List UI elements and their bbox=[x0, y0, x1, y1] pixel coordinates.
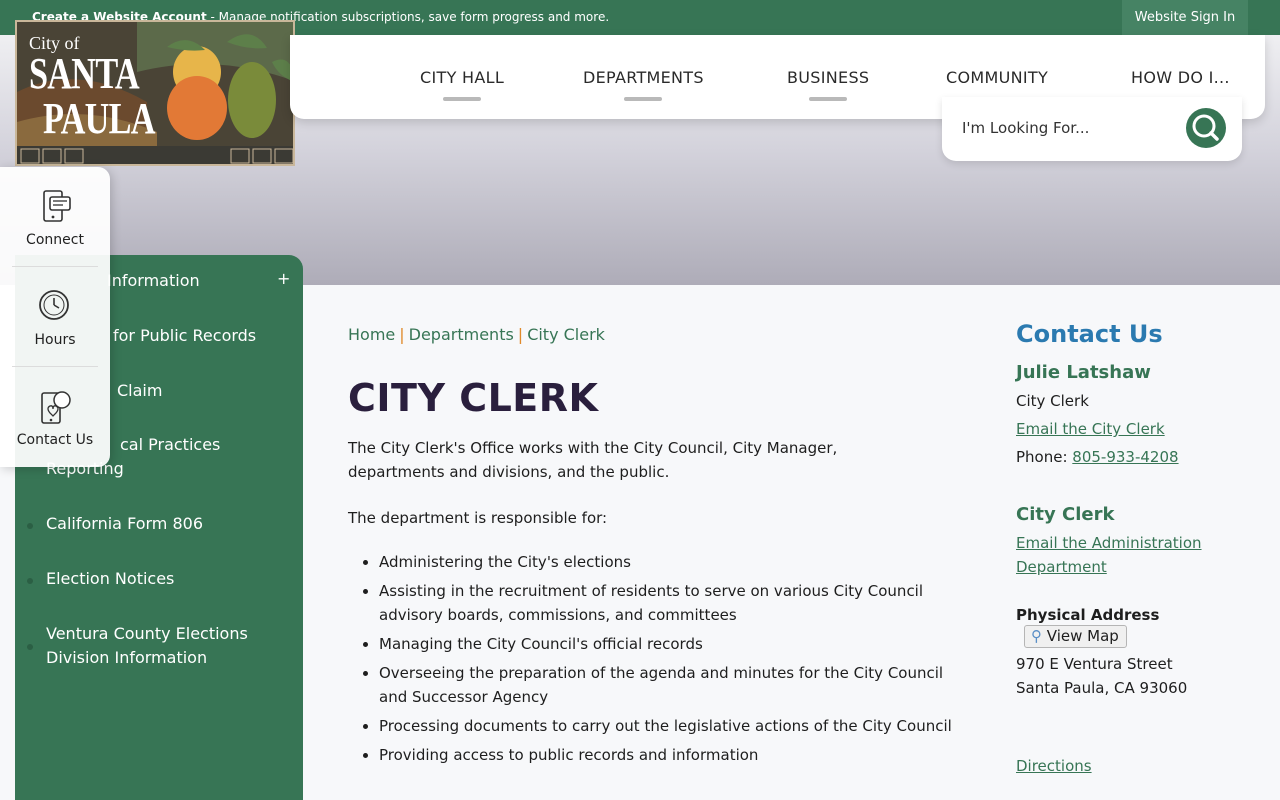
nav-indicator bbox=[443, 97, 482, 101]
contact-heading: Contact Us bbox=[1016, 320, 1163, 348]
quick-link-connect[interactable]: Connect bbox=[0, 167, 110, 267]
page-title: CITY CLERK bbox=[348, 376, 599, 420]
contact-person-role: City Clerk bbox=[1016, 392, 1089, 410]
main-content: Home | Departments | City Clerk CITY CLERK T… bbox=[348, 325, 952, 772]
intro-paragraph: The City Clerk's Office works with the C… bbox=[348, 439, 838, 481]
logo-santa: SANTA bbox=[29, 49, 140, 98]
nav-city-hall[interactable]: CITY HALL bbox=[420, 68, 504, 101]
side-item-form-806[interactable]: California Form 806 bbox=[46, 512, 203, 536]
nav-label: BUSINESS bbox=[787, 68, 870, 87]
phone-label: Phone: bbox=[1016, 448, 1073, 466]
list-item: Overseeing the preparation of the agenda… bbox=[379, 661, 969, 709]
breadcrumb-separator: | bbox=[399, 325, 405, 344]
side-item-election-notices[interactable]: Election Notices bbox=[46, 567, 174, 591]
phone-line: Phone: 805-933-4208 bbox=[1016, 445, 1256, 469]
list-item: Managing the City Council's official rec… bbox=[379, 632, 969, 656]
list-item: Providing access to public records and i… bbox=[379, 743, 969, 767]
side-item-ventura-elections[interactable]: Ventura County Elections Division Inform… bbox=[46, 622, 256, 670]
responsibility-intro: The department is responsible for: bbox=[348, 509, 608, 527]
side-item-claim[interactable]: Claim bbox=[117, 379, 162, 403]
breadcrumb-home[interactable]: Home bbox=[348, 325, 395, 344]
department-name: City Clerk bbox=[1016, 504, 1115, 525]
duties-list: Administering the City's elections Assis… bbox=[379, 550, 969, 767]
quick-links-panel: Connect Hours Contact Us bbox=[0, 167, 110, 467]
address-city: Santa Paula, CA 93060 bbox=[1016, 679, 1188, 697]
search-button[interactable] bbox=[1186, 108, 1226, 148]
site-search: I'm Looking For... bbox=[942, 97, 1242, 161]
search-icon bbox=[1192, 114, 1219, 141]
nav-business[interactable]: BUSINESS bbox=[787, 68, 869, 101]
breadcrumb-city-clerk[interactable]: City Clerk bbox=[527, 325, 605, 344]
expand-icon[interactable]: + bbox=[277, 269, 290, 288]
contact-person-name: Julie Latshaw bbox=[1016, 362, 1151, 383]
bullet-icon bbox=[27, 644, 33, 650]
quick-link-label: Connect bbox=[26, 232, 84, 248]
quick-link-label: Hours bbox=[34, 332, 76, 348]
bullet-icon bbox=[27, 523, 33, 529]
view-map-button[interactable]: ⚲ View Map bbox=[1024, 625, 1127, 648]
logo-paula: PAULA bbox=[43, 94, 156, 143]
list-item: Administering the City's elections bbox=[379, 550, 969, 574]
nav-label: HOW DO I... bbox=[1131, 68, 1230, 87]
clock-icon bbox=[39, 290, 69, 320]
nav-indicator bbox=[809, 97, 848, 101]
quick-link-label: Contact Us bbox=[16, 432, 94, 448]
directions-link[interactable]: Directions bbox=[1016, 757, 1092, 775]
search-input[interactable]: I'm Looking For... bbox=[962, 119, 1089, 137]
phone-link[interactable]: 805-933-4208 bbox=[1072, 448, 1178, 466]
side-item-public-records[interactable]: for Public Records bbox=[113, 324, 256, 348]
side-item-information[interactable]: Information bbox=[107, 269, 200, 293]
nav-label: COMMUNITY bbox=[946, 68, 1049, 87]
address-street: 970 E Ventura Street bbox=[1016, 655, 1173, 673]
map-pin-icon: ⚲ bbox=[1031, 627, 1042, 645]
physical-address-label: Physical Address bbox=[1016, 606, 1160, 624]
list-item: Assisting in the recruitment of resident… bbox=[379, 579, 969, 627]
nav-departments[interactable]: DEPARTMENTS bbox=[583, 68, 704, 101]
breadcrumb-departments[interactable]: Departments bbox=[409, 325, 514, 344]
bullet-icon bbox=[27, 578, 33, 584]
nav-label: DEPARTMENTS bbox=[583, 68, 704, 87]
email-administration-link[interactable]: Email the Administration Department bbox=[1016, 534, 1202, 576]
nav-indicator bbox=[624, 97, 663, 101]
breadcrumb: Home | Departments | City Clerk bbox=[348, 325, 948, 344]
contact-us-panel: Contact Us Julie Latshaw City Clerk Emai… bbox=[1016, 320, 1256, 778]
breadcrumb-separator: | bbox=[517, 325, 524, 344]
website-sign-in-button[interactable]: Website Sign In bbox=[1122, 0, 1248, 35]
view-map-label: View Map bbox=[1046, 627, 1119, 645]
contact-phone-icon bbox=[41, 391, 71, 424]
quick-link-contact-us[interactable]: Contact Us bbox=[0, 367, 110, 467]
list-item: Processing documents to carry out the le… bbox=[379, 714, 969, 738]
connect-icon bbox=[43, 190, 71, 222]
email-city-clerk-link[interactable]: Email the City Clerk bbox=[1016, 420, 1165, 438]
city-logo[interactable]: City of SANTA PAULA bbox=[15, 20, 295, 166]
quick-link-hours[interactable]: Hours bbox=[0, 267, 110, 367]
nav-label: CITY HALL bbox=[420, 68, 505, 87]
